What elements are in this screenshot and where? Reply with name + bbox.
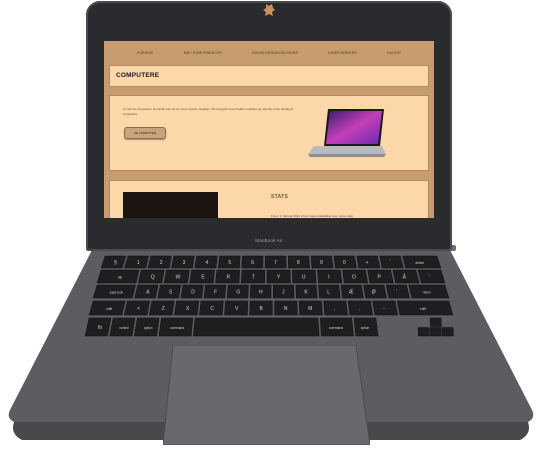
nav-item-komponenter[interactable]: KOMPONENTER (328, 51, 357, 55)
see-computer-button[interactable]: SE COMPUTER (124, 127, 166, 139)
key-label: C (210, 306, 214, 312)
key-label: 0 (343, 260, 346, 266)
stats-title: STATS (271, 194, 289, 200)
laptop-product-image (308, 109, 386, 157)
key-label: Ø (372, 290, 376, 296)
key-label: shift (106, 307, 112, 311)
key[interactable] (379, 255, 404, 269)
stats-card: STATS Fra d. 1. februar 2022 vil der vis… (110, 181, 428, 218)
key-label: 6 (251, 260, 254, 266)
key-label: N (284, 306, 288, 312)
page-title: COMPUTERE (116, 72, 160, 79)
key-label: command (329, 326, 343, 330)
key-label: 9 (320, 260, 323, 266)
arrow-key[interactable] (417, 327, 430, 337)
key-label: O (352, 275, 356, 281)
key-label: ' (396, 290, 397, 296)
key-label: return (423, 291, 432, 295)
key[interactable] (347, 300, 373, 316)
key-label: shift (420, 307, 426, 311)
key-label: 8 (297, 260, 300, 266)
key-label: G (236, 290, 240, 296)
intro-text: Vi ved om computere: Herunder kan du se … (123, 107, 294, 116)
nav-item-forside[interactable]: FORSIDE (137, 51, 153, 55)
key-label: 3 (183, 260, 186, 266)
key-label: fn (98, 325, 102, 331)
key-label: tab (118, 276, 123, 280)
key-label: option (361, 326, 370, 330)
key-label: 4 (206, 260, 209, 266)
key-label: M (308, 306, 312, 312)
laptop-lid: FORSIDE MAC KOMPONENTER UDVIKLINGSAFDELI… (86, 1, 452, 251)
key-label: H (259, 290, 263, 296)
key-label: Æ (349, 290, 354, 296)
key-label: , (334, 306, 335, 312)
key-label: control (119, 326, 129, 330)
sticker-icon (262, 3, 276, 17)
key-label: 1 (137, 260, 140, 266)
key-label: R (226, 275, 230, 281)
key-label: D (191, 290, 195, 296)
arrow-key[interactable] (441, 327, 454, 337)
nav-item-mac-komponenter[interactable]: MAC KOMPONENTER (184, 51, 222, 55)
key[interactable] (385, 284, 410, 299)
key-label: 7 (274, 260, 277, 266)
key[interactable] (193, 317, 320, 337)
key-label: + (366, 260, 369, 266)
key-label: L (327, 290, 330, 296)
trackpad[interactable] (163, 345, 370, 445)
key-label: command (170, 326, 184, 330)
key-label: . (359, 306, 360, 312)
key-label: 2 (160, 260, 163, 266)
key-label: § (114, 260, 117, 266)
key-label: delete (415, 261, 424, 265)
arrow-key[interactable] (429, 317, 442, 327)
key[interactable] (417, 269, 446, 284)
key-label: caps lock (110, 291, 124, 295)
key-label: F (214, 290, 217, 296)
nav-item-udviklingsafdelinger[interactable]: UDVIKLINGSAFDELINGER (252, 51, 298, 55)
intro-card: Vi ved om computere: Herunder kan du se … (110, 96, 428, 170)
screen[interactable]: FORSIDE MAC KOMPONENTER UDVIKLINGSAFDELI… (104, 41, 434, 218)
key-label: Z (162, 306, 165, 312)
site-nav: FORSIDE MAC KOMPONENTER UDVIKLINGSAFDELI… (104, 41, 434, 64)
stats-text: Fra d. 1. februar 2022 vil der vises sta… (271, 214, 353, 218)
key[interactable] (323, 300, 348, 316)
key-label: < (137, 306, 140, 312)
stats-video[interactable] (123, 192, 218, 218)
nav-item-kalior[interactable]: KALIOR (387, 51, 401, 55)
key-label: 5 (228, 260, 231, 266)
key[interactable] (392, 269, 420, 284)
title-card: COMPUTERE (110, 66, 428, 86)
arrow-key[interactable] (429, 327, 442, 337)
key-label: option (144, 326, 153, 330)
key-label: I (328, 275, 329, 281)
key-label: Q (151, 275, 155, 281)
key-label: T (252, 275, 255, 281)
key[interactable] (317, 269, 343, 284)
key-label: U (302, 275, 306, 281)
model-label: MacBook Air (255, 238, 283, 243)
key[interactable] (372, 300, 399, 316)
key-label: W (176, 275, 181, 281)
